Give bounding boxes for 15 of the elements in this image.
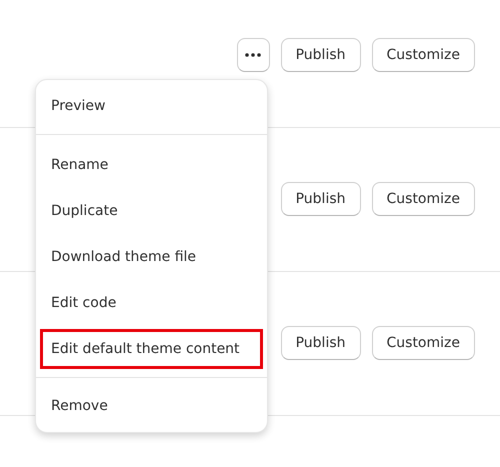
customize-button[interactable]: Customize — [372, 38, 475, 72]
menu-item[interactable]: Download theme file — [40, 237, 263, 277]
menu-item[interactable]: Rename — [40, 145, 263, 185]
customize-button[interactable]: Customize — [372, 182, 475, 216]
more-icon — [245, 53, 262, 57]
publish-button[interactable]: Publish — [280, 326, 360, 360]
menu-item[interactable]: Preview — [40, 86, 263, 126]
menu-item[interactable]: Remove — [40, 386, 263, 426]
menu-item[interactable]: Edit code — [40, 283, 263, 323]
customize-button[interactable]: Customize — [372, 326, 475, 360]
menu-item[interactable]: Edit default theme content — [40, 329, 263, 369]
publish-button[interactable]: Publish — [280, 182, 360, 216]
publish-button[interactable]: Publish — [280, 38, 360, 72]
menu-item[interactable]: Duplicate — [40, 191, 263, 231]
more-actions-button[interactable] — [236, 38, 270, 72]
